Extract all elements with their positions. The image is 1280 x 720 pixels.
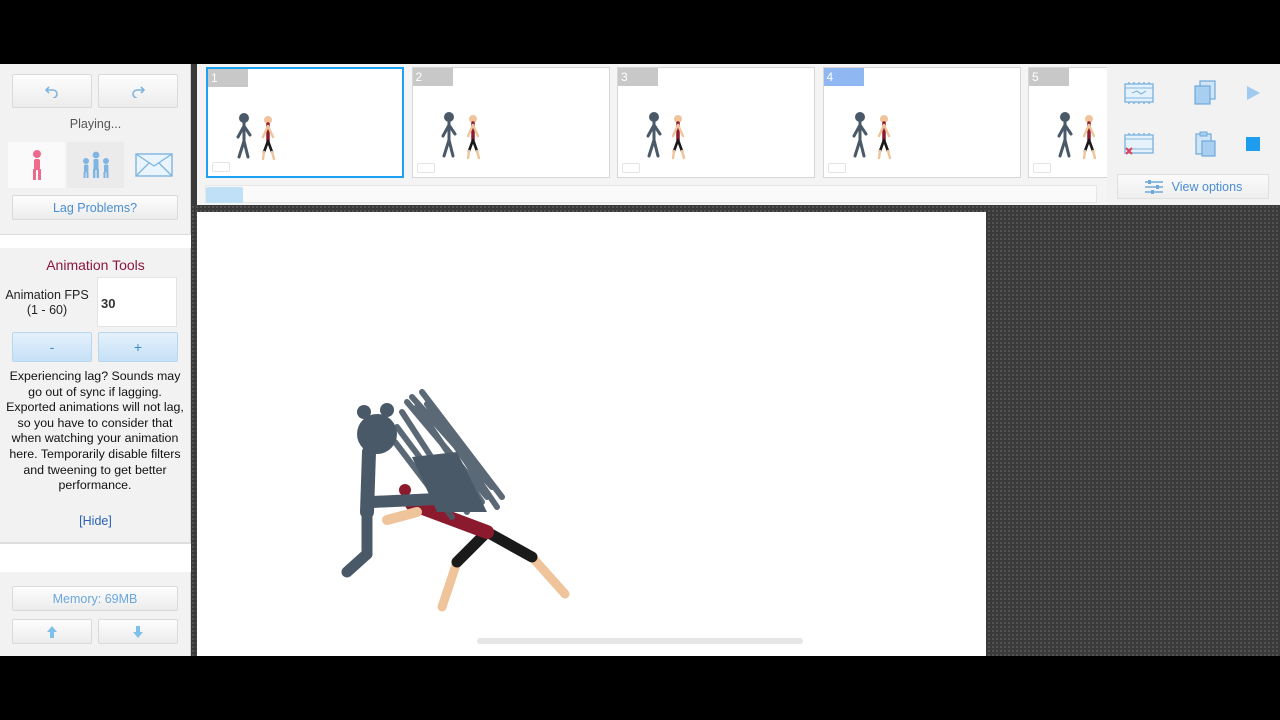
frame-number: 2 xyxy=(412,68,453,86)
frame-number: 3 xyxy=(618,68,658,86)
panel-separator xyxy=(0,542,191,572)
frame-thumbnail xyxy=(852,112,891,160)
delete-frame-button[interactable] xyxy=(1115,124,1163,164)
scroll-up-button[interactable] xyxy=(12,619,92,644)
redo-button[interactable] xyxy=(98,74,178,108)
frame-number: 4 xyxy=(823,68,864,86)
timeline-scroll-thumb[interactable] xyxy=(206,187,243,203)
add-frame-icon xyxy=(1124,82,1154,104)
paste-frame-button[interactable] xyxy=(1183,124,1227,164)
delete-frame-icon xyxy=(1124,133,1154,155)
frame-thumbnail xyxy=(236,113,276,161)
view-options-button[interactable]: View options xyxy=(1117,174,1269,199)
undo-button[interactable] xyxy=(12,74,92,108)
stage-scrollbar[interactable] xyxy=(477,638,803,644)
fps-increase-button[interactable]: + xyxy=(98,332,178,362)
stickfigure-mode-tab[interactable] xyxy=(8,142,65,188)
frame-thumb-indicator xyxy=(827,163,846,173)
frame-thumbnail xyxy=(441,112,480,160)
fps-input[interactable]: 30 xyxy=(97,277,177,327)
timeline-frame[interactable]: 2 xyxy=(411,67,610,178)
frame-thumb-indicator xyxy=(622,163,640,173)
fps-label: Animation FPS (1 - 60) xyxy=(2,288,92,318)
fps-label-line2: (1 - 60) xyxy=(26,303,68,317)
playback-status: Playing... xyxy=(69,117,122,131)
left-panel: Playing... Lag Problems? Animation Tools… xyxy=(0,64,191,656)
envelope-icon xyxy=(134,153,173,177)
sliders-icon xyxy=(1144,179,1163,194)
copy-frame-button[interactable] xyxy=(1183,74,1227,112)
redo-arrow-icon xyxy=(132,86,145,98)
group-figures-icon xyxy=(82,151,109,178)
arrow-down-icon xyxy=(133,625,143,638)
scroll-down-button[interactable] xyxy=(98,619,178,644)
timeline-frame[interactable]: 5 xyxy=(1028,67,1108,178)
frame-thumb-indicator xyxy=(416,163,435,173)
fps-label-line1: Animation FPS xyxy=(5,288,89,302)
stop-icon xyxy=(1246,137,1260,151)
undo-arrow-icon xyxy=(45,86,58,98)
play-button[interactable] xyxy=(1233,74,1273,112)
library-mode-tab[interactable] xyxy=(125,142,182,188)
lag-problems-button[interactable]: Lag Problems? xyxy=(12,195,178,220)
stop-button[interactable] xyxy=(1233,124,1273,164)
arrow-up-icon xyxy=(47,625,57,638)
animation-tools-title: Animation Tools xyxy=(46,257,145,273)
stick-figure-scene xyxy=(341,389,570,612)
lag-info-text: Experiencing lag? Sounds may go out of s… xyxy=(6,369,184,493)
timeline-frame[interactable]: 3 xyxy=(617,67,815,178)
frame-toolbar: View options xyxy=(1107,64,1280,205)
view-options-label: View options xyxy=(1171,179,1243,194)
timeline-scrollbar[interactable] xyxy=(205,185,1097,203)
hide-link[interactable]: [Hide] xyxy=(0,514,191,528)
add-frame-button[interactable] xyxy=(1115,74,1163,112)
group-mode-tab[interactable] xyxy=(67,142,124,188)
stickfigure-icon xyxy=(32,150,41,180)
frame-thumb-indicator xyxy=(212,162,230,172)
timeline-frame[interactable]: 4 xyxy=(822,67,1021,178)
frame-thumb-indicator xyxy=(1033,163,1051,173)
timeline-frame[interactable]: 1 xyxy=(206,67,404,178)
paste-icon xyxy=(1195,131,1216,157)
frame-thumbnail xyxy=(646,112,686,160)
copy-icon xyxy=(1194,80,1216,105)
frame-number: 5 xyxy=(1029,68,1069,86)
frame-timeline: 1 2 3 4 5 xyxy=(197,64,1108,205)
app-screen: Playing... Lag Problems? Animation Tools… xyxy=(0,64,1280,656)
play-icon xyxy=(1247,86,1260,100)
frame-thumbnail xyxy=(1057,112,1097,160)
animation-stage[interactable] xyxy=(197,212,986,656)
panel-divider xyxy=(0,234,191,248)
memory-indicator: Memory: 69MB xyxy=(12,586,178,611)
frame-number: 1 xyxy=(208,69,248,87)
fps-decrease-button[interactable]: - xyxy=(12,332,92,362)
